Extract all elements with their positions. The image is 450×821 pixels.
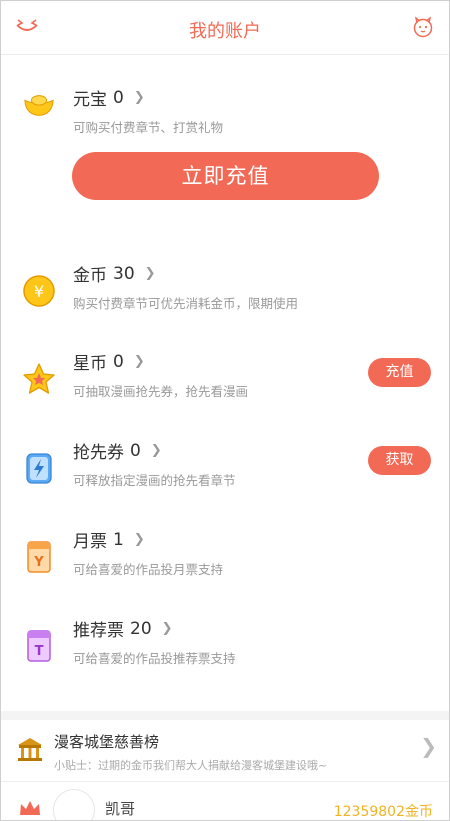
lightning-ticket-icon bbox=[26, 453, 52, 484]
chevron-right-icon: ❯ bbox=[420, 734, 437, 758]
star-coin-desc: 可抽取漫画抢先券，抢先看漫画 bbox=[73, 384, 249, 399]
monthly-ticket-icon: Y bbox=[27, 541, 51, 573]
early-ticket-desc: 可释放指定漫画的抢先看章节 bbox=[73, 473, 236, 488]
leader-username: 凯哥 bbox=[105, 800, 136, 818]
section-divider bbox=[1, 711, 449, 720]
account-row-yuanbao[interactable]: 元宝 0 ❯ 可购买付费章节、打赏礼物 bbox=[1, 83, 449, 153]
chevron-right-icon: ❯ bbox=[133, 532, 145, 547]
leaderboard-top-row[interactable]: 凯哥 12359802金币 bbox=[1, 783, 449, 820]
monthly-ticket-value: 1 bbox=[113, 529, 124, 550]
chevron-right-icon: ❯ bbox=[150, 443, 162, 458]
charity-title: 漫客城堡慈善榜 bbox=[54, 733, 160, 751]
account-row-recommend-ticket[interactable]: T 推荐票 20 ❯ 可给喜爱的作品投推荐票支持 bbox=[1, 614, 449, 684]
recommend-ticket-icon: T bbox=[27, 630, 51, 662]
monthly-ticket-desc: 可给喜爱的作品投月票支持 bbox=[73, 562, 224, 577]
chevron-right-icon: ❯ bbox=[133, 90, 145, 105]
app-frame: 我的账户 元宝 0 ❯ 可购买付费章节、打赏礼物 立即充值 ¥ 金币 30 ❯ … bbox=[0, 0, 450, 821]
avatar[interactable] bbox=[53, 789, 95, 820]
leader-coin-amount: 12359802金币 bbox=[333, 804, 433, 820]
account-row-gold-coin[interactable]: ¥ 金币 30 ❯ 购买付费章节可优先消耗金币，限期使用 bbox=[1, 259, 449, 329]
charity-tip: 小贴士：过期的金币我们帮大人捐献给漫客城堡建设哦~ bbox=[54, 759, 328, 772]
gold-coin-value: 30 bbox=[113, 263, 135, 284]
account-row-monthly-ticket[interactable]: Y 月票 1 ❯ 可给喜爱的作品投月票支持 bbox=[1, 525, 449, 595]
early-ticket-title[interactable]: 抢先券 0 ❯ bbox=[73, 438, 162, 464]
yuanbao-desc: 可购买付费章节、打赏礼物 bbox=[73, 120, 224, 135]
monthly-ticket-label: 月票 bbox=[73, 532, 107, 552]
recommend-ticket-value: 20 bbox=[130, 618, 152, 639]
star-coin-icon bbox=[23, 363, 55, 394]
star-coin-label: 星币 bbox=[73, 354, 107, 374]
chevron-right-icon: ❯ bbox=[133, 354, 145, 369]
charity-leaderboard-entry[interactable]: 漫客城堡慈善榜 小贴士：过期的金币我们帮大人捐献给漫客城堡建设哦~ ❯ bbox=[1, 720, 449, 782]
yuanbao-title[interactable]: 元宝 0 ❯ bbox=[73, 85, 145, 111]
recharge-now-button[interactable]: 立即充值 bbox=[72, 152, 379, 200]
early-ticket-value: 0 bbox=[130, 440, 141, 461]
star-coin-value: 0 bbox=[113, 351, 124, 372]
account-row-star-coin[interactable]: 星币 0 ❯ 可抽取漫画抢先券，抢先看漫画 充值 bbox=[1, 347, 449, 417]
chevron-right-icon: ❯ bbox=[161, 621, 173, 636]
page-title: 我的账户 bbox=[189, 21, 261, 42]
recommend-ticket-title[interactable]: 推荐票 20 ❯ bbox=[73, 616, 173, 642]
header: 我的账户 bbox=[1, 1, 449, 55]
yuanbao-label: 元宝 bbox=[73, 90, 107, 110]
gold-ingot-icon bbox=[24, 95, 54, 116]
svg-text:Y: Y bbox=[33, 555, 44, 570]
yuanbao-value: 0 bbox=[113, 87, 124, 108]
star-coin-title[interactable]: 星币 0 ❯ bbox=[73, 349, 145, 375]
temple-icon bbox=[18, 738, 42, 761]
chevron-right-icon: ❯ bbox=[144, 266, 156, 281]
crown-icon bbox=[20, 801, 40, 815]
monthly-ticket-title[interactable]: 月票 1 ❯ bbox=[73, 527, 145, 553]
svg-text:T: T bbox=[35, 644, 44, 659]
early-ticket-label: 抢先券 bbox=[73, 443, 124, 463]
recommend-ticket-desc: 可给喜爱的作品投推荐票支持 bbox=[73, 651, 236, 666]
account-row-early-access-ticket[interactable]: 抢先券 0 ❯ 可释放指定漫画的抢先看章节 获取 bbox=[1, 436, 449, 506]
star-coin-recharge-button[interactable]: 充值 bbox=[368, 358, 431, 387]
recommend-ticket-label: 推荐票 bbox=[73, 621, 124, 641]
svg-text:¥: ¥ bbox=[34, 282, 44, 301]
yen-coin-icon: ¥ bbox=[23, 275, 55, 307]
gold-coin-desc: 购买付费章节可优先消耗金币，限期使用 bbox=[73, 296, 299, 311]
gold-coin-title[interactable]: 金币 30 ❯ bbox=[73, 261, 156, 287]
gold-coin-label: 金币 bbox=[73, 266, 107, 286]
mascot-avatar-icon[interactable] bbox=[411, 15, 435, 39]
early-ticket-get-button[interactable]: 获取 bbox=[368, 446, 431, 475]
